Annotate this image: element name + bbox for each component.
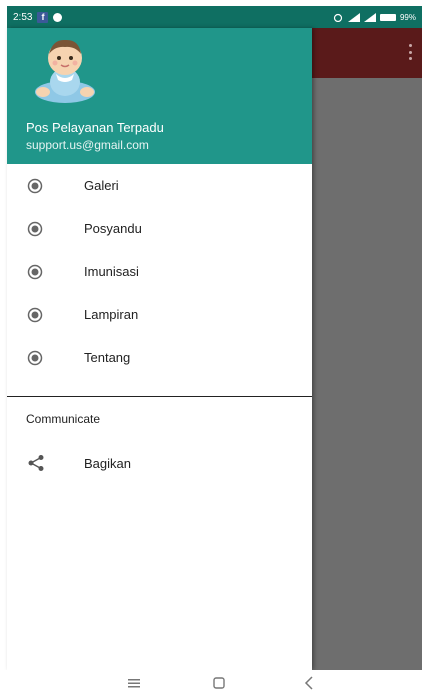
status-right: 99% bbox=[332, 12, 416, 22]
menu-item-label: Posyandu bbox=[84, 221, 142, 236]
battery-level: 99% bbox=[399, 12, 416, 22]
back-icon[interactable] bbox=[304, 676, 314, 690]
radio-icon bbox=[27, 264, 43, 279]
notification-dot-icon bbox=[53, 12, 63, 22]
menu-item-label: Galeri bbox=[84, 178, 119, 193]
system-nav-bar bbox=[0, 670, 422, 697]
radio-icon bbox=[27, 178, 43, 193]
menu-item-tentang[interactable]: Tentang bbox=[7, 336, 312, 379]
overflow-menu-icon[interactable] bbox=[408, 44, 412, 60]
menu-item-label: Tentang bbox=[84, 350, 131, 365]
menu-item-imunisasi[interactable]: Imunisasi bbox=[7, 250, 312, 293]
drawer-header: Pos Pelayanan Terpadu support.us@gmail.c… bbox=[7, 28, 312, 164]
radio-icon bbox=[27, 307, 43, 322]
status-left: 2:53 f bbox=[13, 11, 63, 23]
menu-item-lampiran[interactable]: Lampiran bbox=[7, 293, 312, 336]
menu-item-galeri[interactable]: Galeri bbox=[7, 164, 312, 207]
alarm-icon bbox=[333, 13, 343, 22]
menu-item-label: Imunisasi bbox=[84, 264, 139, 279]
navigation-drawer: Pos Pelayanan Terpadu support.us@gmail.c… bbox=[7, 28, 312, 670]
drawer-header-email: support.us@gmail.com bbox=[26, 138, 149, 152]
signal-icon bbox=[347, 12, 360, 22]
home-icon[interactable] bbox=[213, 677, 225, 689]
menu-item-label: Bagikan bbox=[84, 456, 131, 471]
drawer-menu: Galeri Posyandu Imunisasi Lampiran Tenta… bbox=[7, 164, 312, 379]
share-icon bbox=[28, 455, 44, 471]
menu-divider bbox=[7, 396, 312, 397]
app-content-scrim[interactable] bbox=[312, 28, 422, 670]
radio-icon bbox=[27, 221, 43, 236]
section-title-communicate: Communicate bbox=[26, 412, 101, 426]
status-time: 2:53 bbox=[13, 11, 33, 23]
menu-item-label: Lampiran bbox=[84, 307, 139, 322]
menu-item-bagikan[interactable]: Bagikan bbox=[7, 444, 312, 484]
menu-item-posyandu[interactable]: Posyandu bbox=[7, 207, 312, 250]
baby-avatar-icon bbox=[35, 39, 95, 103]
radio-icon bbox=[27, 350, 43, 365]
drawer-header-name: Pos Pelayanan Terpadu bbox=[26, 120, 164, 135]
battery-icon bbox=[379, 13, 396, 21]
facebook-icon: f bbox=[37, 11, 49, 23]
signal-icon-2 bbox=[363, 12, 376, 22]
recent-apps-icon[interactable] bbox=[128, 678, 140, 688]
status-bar: 2:53 f 99% bbox=[7, 6, 422, 28]
app-toolbar bbox=[312, 28, 422, 78]
